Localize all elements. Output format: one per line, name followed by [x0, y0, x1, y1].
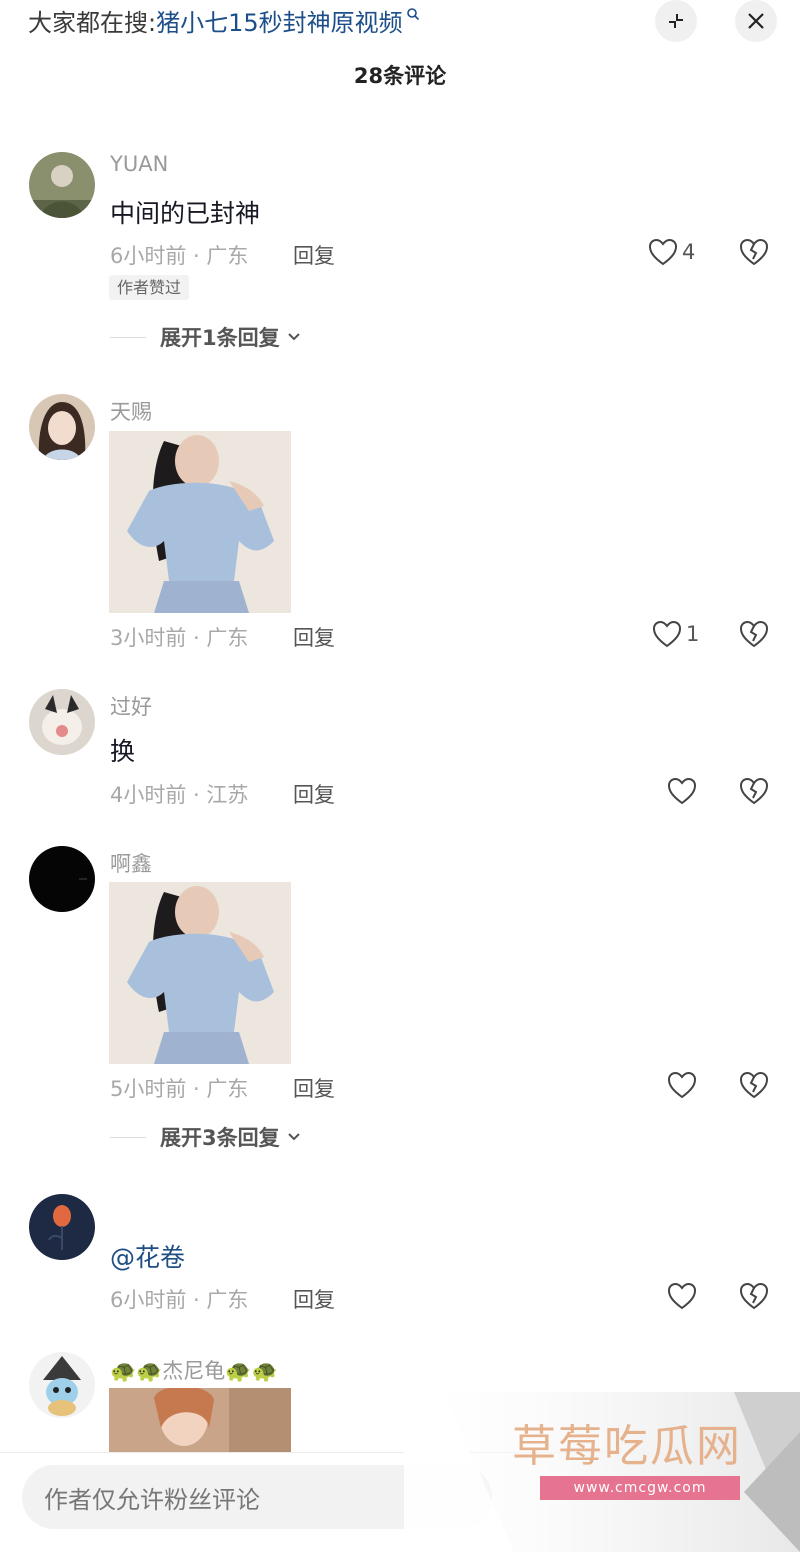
like-count: 1 [686, 622, 700, 646]
search-icon [406, 8, 419, 21]
watermark-title: 草莓吃瓜网 [512, 1421, 742, 1472]
minimize-button[interactable] [655, 0, 697, 42]
comment-username[interactable]: YUAN [110, 152, 168, 176]
avatar[interactable] [29, 846, 95, 912]
reply-button[interactable]: 回复 [293, 240, 335, 270]
expand-replies-label: 展开1条回复 [160, 326, 280, 350]
comment-meta: 6小时前 · 广东 [110, 1288, 249, 1312]
broken-heart-icon [738, 237, 770, 267]
comment-image[interactable] [109, 1388, 291, 1452]
comment-mention-text[interactable]: @花卷 [110, 1238, 185, 1274]
comment-text: 中间的已封神 [110, 199, 261, 228]
photo-woman-portrait [109, 1388, 291, 1452]
like-button[interactable] [667, 777, 697, 805]
reply-button[interactable]: 回复 [293, 1073, 335, 1103]
photo-woman-sweater [109, 431, 291, 613]
comment-username[interactable]: 过好 [110, 691, 152, 721]
watermark-url: www.cmcgw.com [540, 1476, 740, 1500]
comment-username[interactable]: 天赐 [110, 396, 152, 426]
dislike-button[interactable] [738, 1281, 770, 1311]
search-suggestion-prefix: 大家都在搜: [28, 8, 157, 37]
heart-icon [648, 238, 678, 266]
avatar[interactable] [29, 1352, 95, 1418]
dislike-button[interactable] [738, 237, 770, 267]
like-button[interactable] [667, 1071, 697, 1099]
comment-image[interactable] [109, 431, 291, 613]
divider [110, 336, 146, 338]
reply-button[interactable]: 回复 [293, 622, 335, 652]
close-icon [748, 13, 764, 29]
comment-meta: 6小时前 · 广东 [110, 244, 249, 268]
chevron-down-icon [287, 1133, 300, 1141]
avatar[interactable] [29, 152, 95, 218]
comment-image[interactable] [109, 882, 291, 1064]
comment-meta: 5小时前 · 广东 [110, 1077, 249, 1101]
close-button[interactable] [735, 0, 777, 42]
expand-replies-button[interactable]: 展开1条回复 [110, 322, 302, 352]
author-liked-badge: 作者赞过 [109, 275, 190, 300]
reply-button[interactable]: 回复 [293, 779, 335, 809]
like-count: 4 [682, 240, 696, 264]
search-suggestion-bar[interactable]: 大家都在搜: 猪小七15秒封神原视频 [28, 2, 420, 38]
divider [110, 1136, 146, 1138]
comment-meta: 3小时前 · 广东 [110, 626, 249, 650]
chevron-down-icon [287, 333, 300, 341]
comment-input-placeholder: 作者仅允许粉丝评论 [44, 1485, 260, 1514]
avatar[interactable] [29, 689, 95, 755]
heart-icon [652, 620, 682, 648]
heart-icon [667, 1282, 697, 1310]
expand-replies-label: 展开3条回复 [160, 1126, 280, 1150]
heart-icon [667, 777, 697, 805]
avatar[interactable] [29, 1194, 95, 1260]
dislike-button[interactable] [738, 776, 770, 806]
comment-username[interactable]: 🐢🐢杰尼龟🐢🐢 [110, 1355, 278, 1385]
like-button[interactable] [667, 1282, 697, 1310]
comment-text: 换 [110, 737, 136, 766]
like-button[interactable]: 4 [648, 238, 695, 266]
avatar[interactable] [29, 394, 95, 460]
dislike-button[interactable] [738, 619, 770, 649]
expand-replies-button[interactable]: 展开3条回复 [110, 1122, 302, 1152]
broken-heart-icon [738, 776, 770, 806]
broken-heart-icon [738, 1070, 770, 1100]
photo-woman-sweater [109, 882, 291, 1064]
reply-button[interactable]: 回复 [293, 1284, 335, 1314]
shrink-icon [669, 14, 683, 28]
search-suggestion-query[interactable]: 猪小七15秒封神原视频 [156, 3, 403, 38]
like-button[interactable]: 1 [652, 620, 699, 648]
comment-count-title: 28条评论 [353, 64, 447, 88]
dislike-button[interactable] [738, 1070, 770, 1100]
comment-meta: 4小时前 · 江苏 [110, 783, 249, 807]
broken-heart-icon [738, 1281, 770, 1311]
broken-heart-icon [738, 619, 770, 649]
comment-username[interactable]: 啊鑫 [110, 848, 152, 878]
heart-icon [667, 1071, 697, 1099]
